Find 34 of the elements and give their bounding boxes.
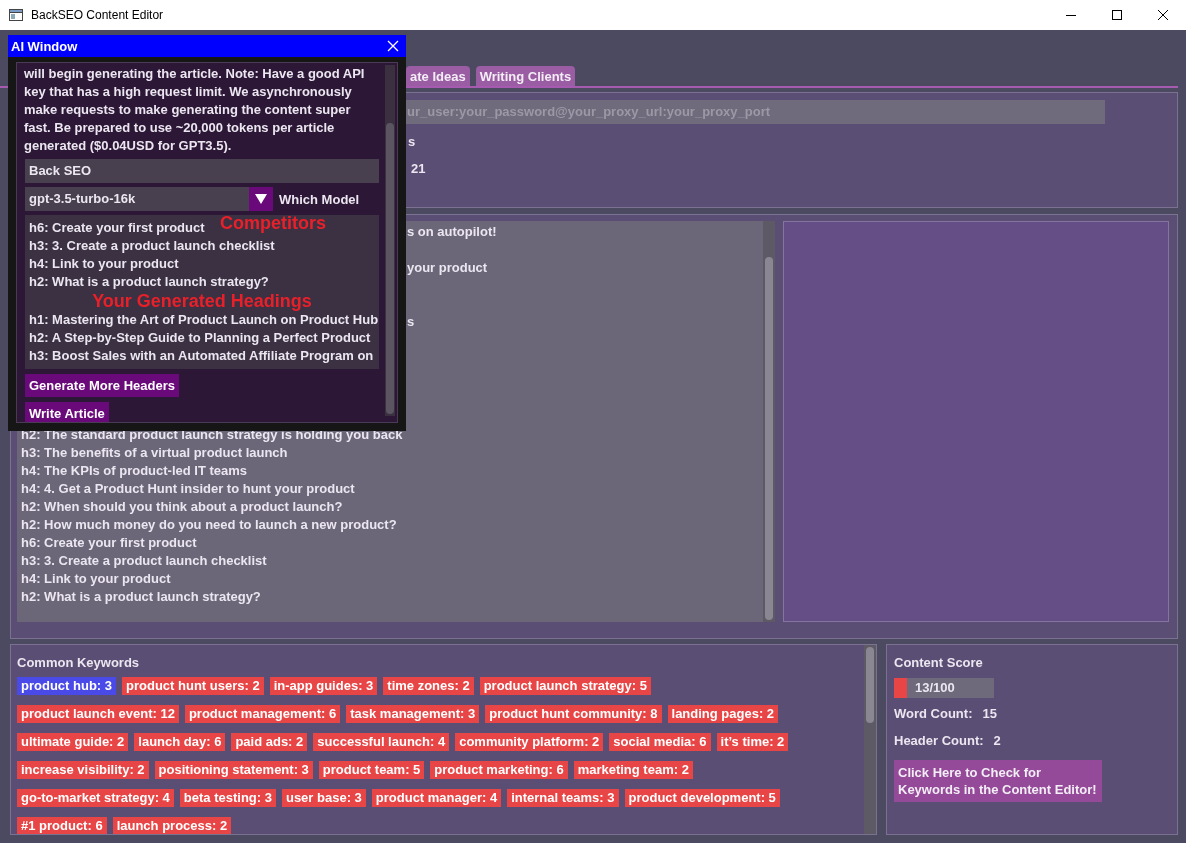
heading-line: h3: The benefits of a virtual product launch (21, 444, 288, 462)
window-title: BackSEO Content Editor (31, 8, 164, 22)
stat-label: Header Count: (894, 733, 984, 748)
heading-line: h6: Create your first product (29, 219, 205, 237)
stat-value: 15 (982, 706, 997, 721)
heading-line: h4: Link to your product (29, 255, 179, 273)
dialog-title: AI Window (11, 38, 79, 54)
heading-line: h6: Create your first product (21, 534, 197, 552)
heading-line: h3: 3. Create a product launch checklist (21, 552, 267, 570)
model-label: Which Model (279, 191, 360, 207)
section-title: Common Keywords (17, 655, 141, 670)
section-title: Content Score (894, 655, 984, 670)
heading-line: h3: 3. Create a product launch checklist (29, 237, 275, 255)
instructions-text: will begin generating the article. Note: Have a good API key that has a high request limit. We asynchronously make requests to make generating the content super fast. Be prepared to use ~20,000 tokens per article generated ($0.04USD for GPT3.5). (24, 65, 366, 155)
heading-line: h2: What is a product launch strategy? (29, 273, 269, 291)
results-value: 21 (411, 161, 427, 176)
heading-line: h2: When should you think about a product launch? (21, 498, 343, 516)
field-label: s (408, 134, 416, 149)
competitors-caption: Competitors (220, 213, 326, 233)
stat-value: 2 (993, 733, 1001, 748)
heading-line: h4: Link to your product (21, 570, 171, 588)
heading-line: h4: 4. Get a Product Hunt insider to hunt your product (21, 480, 355, 498)
heading-line: s (407, 313, 415, 331)
score-reading: 13/100 (915, 679, 955, 697)
heading-line: your product (407, 259, 488, 277)
stat-label: Word Count: (894, 706, 973, 721)
heading-line: s on autopilot! (407, 223, 497, 241)
heading-line: h2: What is a product launch strategy? (21, 588, 261, 606)
heading-line: h2: A Step-by-Step Guide to Planning a Perfect Product (29, 329, 371, 347)
heading-line: h3: Boost Sales with an Automated Affiliate Program on (29, 347, 374, 365)
heading-line: h1: Mastering the Art of Product Launch on Product Hub (29, 311, 379, 329)
heading-line: h2: How much money do you need to launch a new product? (21, 516, 397, 534)
heading-line: h4: The KPIs of product-led IT teams (21, 462, 248, 480)
generated-caption: Your Generated Headings (92, 291, 312, 311)
